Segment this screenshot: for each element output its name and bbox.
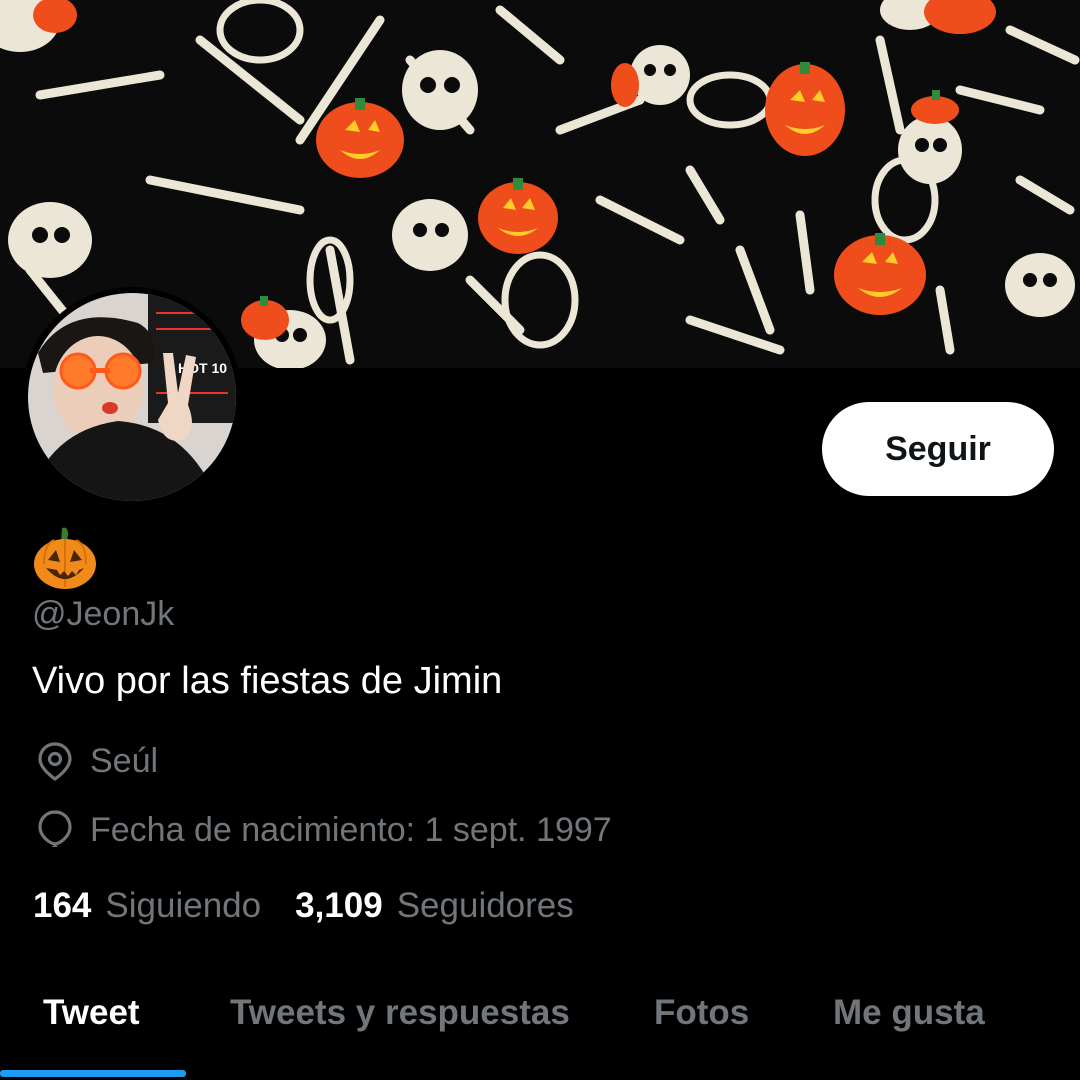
followers-count[interactable]: 3,109: [295, 886, 383, 926]
tab-tweets[interactable]: Tweet: [43, 993, 140, 1033]
avatar-photo: HOT 10: [28, 293, 236, 501]
location-text: Seúl: [90, 741, 159, 780]
following-count[interactable]: 164: [33, 886, 91, 926]
following-label[interactable]: Siguiendo: [105, 886, 261, 926]
location-pin-icon: [34, 740, 76, 782]
profile-handle: @JeonJk: [32, 595, 175, 633]
active-tab-indicator: [0, 1070, 186, 1077]
tab-tweets-and-replies[interactable]: Tweets y respuestas: [230, 993, 570, 1033]
display-name: [32, 526, 102, 592]
birthday-text: Fecha de nacimiento: 1 sept. 1997: [90, 810, 612, 849]
jack-o-lantern-icon: [34, 527, 96, 589]
profile-bio: Vivo por las fiestas de Jimin: [32, 660, 503, 702]
profile-birthday: Fecha de nacimiento: 1 sept. 1997: [34, 809, 612, 851]
profile-stats: 164 Siguiendo 3,109 Seguidores: [33, 886, 608, 926]
balloon-icon: [34, 809, 76, 851]
profile-location: Seúl: [34, 740, 158, 782]
tab-photos[interactable]: Fotos: [654, 993, 749, 1033]
followers-label[interactable]: Seguidores: [397, 886, 574, 926]
profile-avatar[interactable]: HOT 10: [22, 287, 242, 507]
profile-tabs: Tweet Tweets y respuestas Fotos Me gusta: [0, 985, 1080, 1080]
follow-button[interactable]: Seguir: [822, 402, 1054, 496]
tab-likes[interactable]: Me gusta: [833, 993, 985, 1033]
